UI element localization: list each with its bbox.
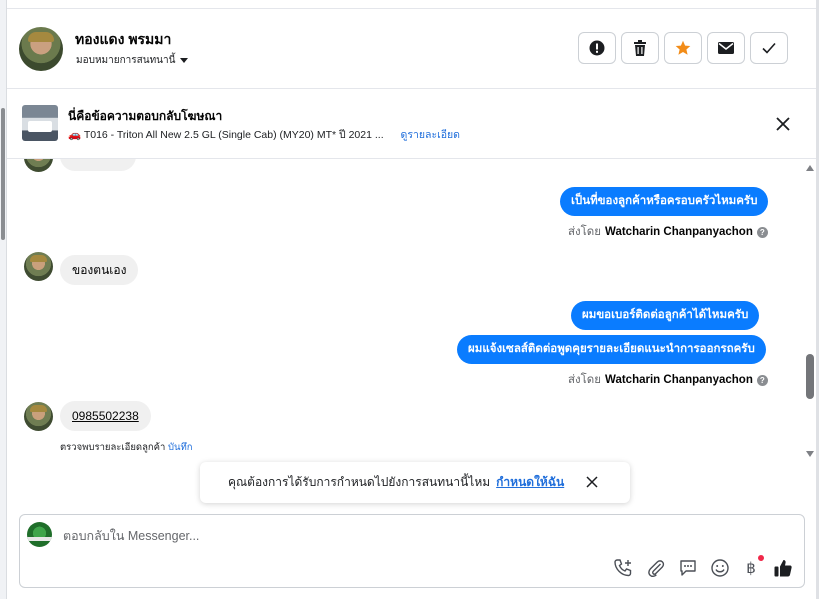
customer-detail-note: ตรวจพบรายละเอียดลูกค้า บันทึก <box>60 440 193 455</box>
like-button[interactable] <box>772 557 794 579</box>
assign-conversation-dropdown[interactable]: มอบหมายการสนทนานี้ <box>76 53 189 68</box>
delete-button[interactable] <box>621 32 659 64</box>
save-details-link[interactable]: บันทึก <box>168 442 193 453</box>
close-icon[interactable] <box>775 116 791 132</box>
left-scrollbar[interactable] <box>0 0 7 599</box>
thumbs-up-icon <box>774 560 792 577</box>
sent-by-label: ส่งโดย Watcharin Chanpanyachon ? <box>568 371 768 389</box>
check-icon <box>762 42 776 54</box>
info-icon[interactable]: ? <box>756 374 768 386</box>
phone-number-link[interactable]: 0985502238 <box>72 409 139 423</box>
emoji-button[interactable] <box>709 557 731 579</box>
message-thread[interactable]: เป็นที่ของลูกค้าหรือครอบครัวไหมครับ ส่งโ… <box>7 159 816 459</box>
scroll-down-icon[interactable] <box>806 451 814 457</box>
saved-reply-icon <box>680 560 696 576</box>
envelope-icon <box>718 42 734 54</box>
assign-to-me-link[interactable]: กำหนดให้ฉัน <box>496 473 564 492</box>
baht-payment-icon: ฿ <box>746 560 756 577</box>
ad-product-line: 🚗 T016 - Triton All New 2.5 GL (Single C… <box>68 126 460 143</box>
chat-scrollbar[interactable] <box>804 159 816 459</box>
assign-label: มอบหมายการสนทนานี้ <box>76 55 176 66</box>
sender-name: Watcharin Chanpanyachon <box>605 226 753 238</box>
scroll-up-icon[interactable] <box>806 165 814 171</box>
star-icon <box>675 40 691 55</box>
trash-icon <box>634 40 646 56</box>
sent-by-prefix: ส่งโดย <box>568 226 602 238</box>
car-icon: 🚗 <box>68 129 82 141</box>
add-call-icon <box>614 559 632 577</box>
ad-product-name: T016 - Triton All New 2.5 GL (Single Cab… <box>83 129 384 141</box>
ad-details-link[interactable]: ดูรายละเอียด <box>401 129 460 141</box>
reply-input[interactable] <box>63 527 603 545</box>
contact-name[interactable]: ทองแดง พรมมา <box>75 29 171 51</box>
chat-scrollbar-thumb[interactable] <box>806 354 814 399</box>
outgoing-message-bubble: ผมขอเบอร์ติดต่อลูกค้าได้ไหมครับ <box>571 301 760 330</box>
conversation-header: ทองแดง พรมมา มอบหมายการสนทนานี้ <box>7 9 816 89</box>
mark-spam-button[interactable] <box>578 32 616 64</box>
sent-by-prefix: ส่งโดย <box>568 374 602 386</box>
left-scrollbar-thumb[interactable] <box>1 108 5 240</box>
note-text: ตรวจพบรายละเอียดลูกค้า <box>60 442 166 453</box>
incoming-message-bubble[interactable]: 0985502238 <box>60 401 151 431</box>
incoming-message-bubble <box>60 159 136 171</box>
saved-replies-button[interactable] <box>677 557 699 579</box>
contact-avatar[interactable] <box>19 27 63 71</box>
outgoing-message-bubble: เป็นที่ของลูกค้าหรือครอบครัวไหมครับ <box>560 187 769 216</box>
caret-down-icon <box>180 58 189 63</box>
assign-suggestion-toast: คุณต้องการได้รับการกำหนดไปยังการสนทนานี้… <box>200 462 630 503</box>
outgoing-message-bubble: ผมแจ้งเซลส์ติดต่อพูดคุยรายละเอียดแนะนำกา… <box>457 335 766 364</box>
contact-avatar-small <box>24 159 53 172</box>
emoji-icon <box>711 559 729 577</box>
info-icon[interactable]: ? <box>756 226 768 238</box>
star-button[interactable] <box>664 32 702 64</box>
add-call-button[interactable] <box>612 557 634 579</box>
close-icon[interactable] <box>585 475 599 489</box>
notification-dot <box>758 555 764 561</box>
ad-reply-banner: นี่คือข้อความตอบกลับโฆษณา 🚗 T016 - Trito… <box>7 89 816 159</box>
toast-text: คุณต้องการได้รับการกำหนดไปยังการสนทนานี้… <box>228 475 491 489</box>
contact-avatar-small <box>24 402 53 431</box>
contact-avatar-small <box>24 252 53 281</box>
page-avatar <box>27 522 52 547</box>
attach-button[interactable] <box>645 557 667 579</box>
mark-unread-button[interactable] <box>707 32 745 64</box>
ad-thumbnail <box>22 105 58 141</box>
sender-name: Watcharin Chanpanyachon <box>605 374 753 386</box>
mark-done-button[interactable] <box>750 32 788 64</box>
ad-banner-title: นี่คือข้อความตอบกลับโฆษณา <box>68 109 223 123</box>
inbox-conversation-panel: ทองแดง พรมมา มอบหมายการสนทนานี้ นี่คือข้… <box>0 0 819 599</box>
paperclip-icon <box>648 560 665 578</box>
sent-by-label: ส่งโดย Watcharin Chanpanyachon ? <box>568 223 768 241</box>
incoming-message-bubble: ของตนเอง <box>60 255 139 285</box>
alert-icon <box>589 40 605 56</box>
reply-composer: ฿ <box>19 514 805 588</box>
